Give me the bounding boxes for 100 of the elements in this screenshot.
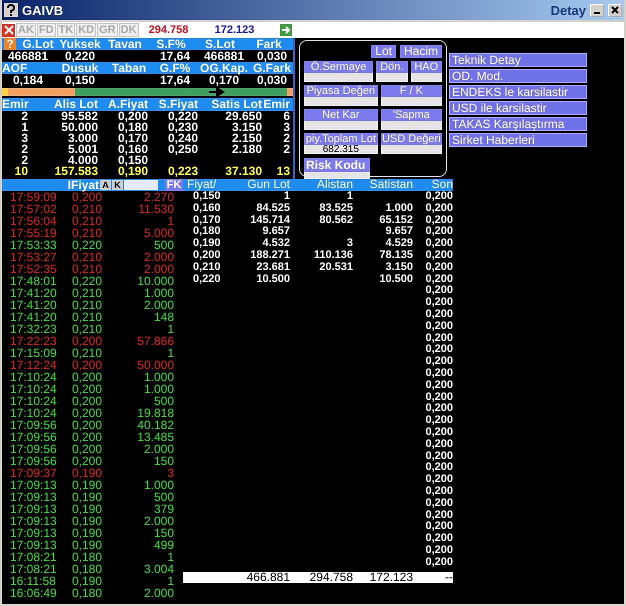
summary-cell-text: 466881 xyxy=(6,50,50,62)
table-cell-text: 0,190 xyxy=(192,238,222,250)
table-cell-text: 0,200 xyxy=(424,462,453,474)
time-cell-text: 16:11:58 xyxy=(10,575,57,587)
close-icon[interactable] xyxy=(2,24,15,36)
table-cell-text: 1 xyxy=(20,122,28,133)
table-cell-text: 10.500 xyxy=(378,274,413,286)
quantity-cell-text: 3 xyxy=(166,467,174,479)
table-cell-text: 0,200 xyxy=(424,450,453,462)
table-cell-text: 3 xyxy=(282,122,290,133)
toolbar-tab[interactable]: FD xyxy=(36,23,56,37)
menu-item[interactable]: USD ile karsilastir xyxy=(449,101,587,115)
help-button[interactable]: ? xyxy=(4,38,16,50)
tab[interactable]: Lot xyxy=(371,45,396,58)
column-header[interactable]: Fiyat/ xyxy=(183,179,228,191)
price-cell-text: 0,190 xyxy=(72,527,104,539)
price-cell-text: 0,200 xyxy=(72,431,104,443)
table-cell-text: 0,200 xyxy=(424,426,453,439)
column-header[interactable]: Alistan xyxy=(290,179,353,191)
price-cell-text: 0,210 xyxy=(72,215,104,227)
menu-item[interactable]: Teknik Detay xyxy=(449,53,587,67)
column-header[interactable]: Satistan xyxy=(353,179,413,191)
column-header[interactable]: Gun Lot xyxy=(228,179,290,191)
quantity-cell-text: 1 xyxy=(166,575,174,587)
menu-item[interactable]: OD. Mod. xyxy=(449,69,587,83)
input-field[interactable] xyxy=(124,180,158,190)
time-cell-text: 17:09:13 xyxy=(10,527,58,539)
help-icon[interactable] xyxy=(4,3,18,17)
arrow-icon[interactable] xyxy=(280,24,292,36)
summary-cell-text: 0,030 xyxy=(256,50,288,62)
table-cell-text: 10 xyxy=(14,166,28,177)
price-cell-text: 0,200 xyxy=(72,395,104,407)
summary-cell-text: Dusuk xyxy=(60,62,100,74)
field-label: HAO xyxy=(410,61,442,73)
table-cell-text: 0,200 xyxy=(424,438,453,451)
toolbar-tab[interactable]: AK xyxy=(16,23,36,37)
table-cell-text: 2 xyxy=(282,144,290,155)
quantity-cell-text: 500 xyxy=(152,239,174,251)
price-cell-text: 0,200 xyxy=(72,455,104,467)
summary-cell-text: S.Lot xyxy=(204,38,236,50)
table-cell-text: 3.150 xyxy=(232,122,262,133)
filter-button[interactable]: K xyxy=(112,180,123,190)
quantity-cell-text: 5.000 xyxy=(142,227,174,239)
table-cell-text: 0,250 xyxy=(166,144,198,155)
filter-button[interactable]: A xyxy=(100,180,111,190)
toolbar-tab[interactable]: GR xyxy=(97,23,118,37)
summary-cell-text: AOF xyxy=(2,62,28,74)
menu-item[interactable]: TAKAS Karşılaştırma xyxy=(449,117,587,131)
table-cell-text: 0,200 xyxy=(424,262,453,274)
table-cell-text: 1 xyxy=(282,191,290,203)
column-header: S.Fiyat xyxy=(158,98,198,111)
toolbar-tab[interactable]: KD xyxy=(76,23,96,37)
table-cell-text: 20.531 xyxy=(318,262,353,274)
close-button[interactable] xyxy=(608,4,622,16)
toolbar-tab[interactable]: TK xyxy=(56,23,76,37)
table-cell-text: 1.000 xyxy=(384,202,413,215)
minimize-button[interactable] xyxy=(590,4,604,16)
column-header: Satis Lot xyxy=(210,98,262,111)
time-cell-text: 17:09:13 xyxy=(10,515,58,527)
price-cell-text: 0,210 xyxy=(72,227,104,239)
fk-button[interactable]: FK xyxy=(165,179,183,191)
quantity-cell-text: 19.818 xyxy=(136,407,174,419)
time-cell-text: 17:52:35 xyxy=(10,263,58,275)
table-cell-text: 9.657 xyxy=(384,226,413,238)
quantity-cell-text: 1.000 xyxy=(142,479,174,491)
summary-cell-text: 466881 xyxy=(202,50,246,62)
time-cell-text: 17:15:09 xyxy=(10,347,58,359)
quantity-cell-text: 2.270 xyxy=(142,191,174,203)
quantity-cell-text: 499 xyxy=(152,539,174,551)
price-cell-text: 0,200 xyxy=(72,419,104,431)
toolbar-tab[interactable]: DK xyxy=(118,23,139,37)
price-cell-text: 0,200 xyxy=(72,191,104,203)
column-header[interactable]: Son xyxy=(413,179,453,191)
table-cell-text: 0,200 xyxy=(424,320,453,333)
summary-cell-text: 17,64 xyxy=(158,50,192,62)
table-cell-text: 0,200 xyxy=(424,474,453,486)
table-cell-text: 0,210 xyxy=(192,262,222,274)
window-subtitle: Detay xyxy=(550,2,586,18)
table-cell-text: 3.150 xyxy=(384,262,413,274)
menu-item[interactable]: Sirket Haberleri xyxy=(449,133,587,147)
table-cell-text: 0,200 xyxy=(424,356,453,368)
summary-cell-text: S.F% xyxy=(155,38,187,50)
table-cell-text: 0,200 xyxy=(424,403,453,415)
table-cell-text: 0,200 xyxy=(192,250,222,262)
table-cell-text: 13 xyxy=(276,166,290,177)
quantity-cell-text: 11.530 xyxy=(137,203,174,215)
summary-cell-text: Fark xyxy=(255,38,283,50)
table-cell-text: 0,200 xyxy=(424,344,453,356)
time-cell-text: 17:08:21 xyxy=(10,551,58,563)
time-cell-text: 16:06:49 xyxy=(10,587,58,599)
table-cell-text: 2 xyxy=(20,144,28,155)
menu-item[interactable]: ENDEKS le karsilastir xyxy=(449,85,587,99)
summary-cell-text: 0,150 xyxy=(64,74,96,86)
column-header: Emir xyxy=(2,98,28,111)
table-cell-text: 0,180 xyxy=(192,226,222,238)
tab[interactable]: Hacim xyxy=(400,45,442,58)
table-cell-text: 0,200 xyxy=(424,510,453,521)
summary-cell-text: OG.Kap. xyxy=(198,62,249,74)
price-cell-text: 0,200 xyxy=(72,407,104,419)
table-cell-text: 0,200 xyxy=(424,297,453,309)
